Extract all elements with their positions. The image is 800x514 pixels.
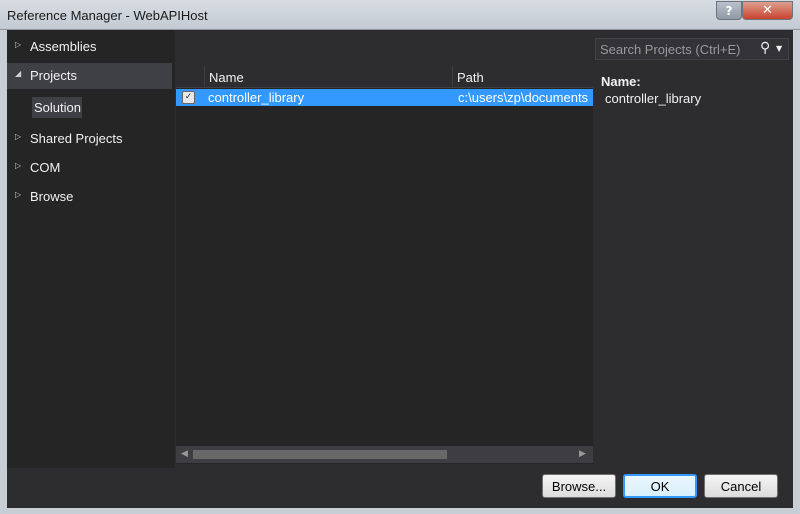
close-button[interactable]: ✕ [742, 1, 793, 20]
row-name: controller_library [208, 90, 305, 105]
nav-item-label: Assemblies [30, 39, 97, 54]
scroll-left-icon[interactable]: ◀ [181, 449, 188, 459]
expand-arrow-icon[interactable]: ▷ [15, 190, 21, 199]
grid-header: Name Path [176, 66, 593, 88]
ok-button[interactable]: OK [623, 474, 697, 498]
nav-item-shared-projects[interactable]: ▷ Shared Projects [7, 126, 172, 152]
detail-name-label: Name: [601, 74, 641, 89]
row-path: c:\users\zp\documents [458, 90, 589, 105]
scroll-thumb[interactable] [193, 450, 447, 459]
nav-item-label: Projects [30, 68, 77, 83]
title-bar: Reference Manager - WebAPIHost ? ✕ [0, 0, 800, 30]
scroll-right-icon[interactable]: ▶ [579, 449, 586, 459]
search-box: ⚲ ▼ [595, 38, 789, 60]
cancel-button[interactable]: Cancel [704, 474, 778, 498]
nav-item-browse[interactable]: ▷ Browse [7, 184, 172, 210]
column-header-path[interactable]: Path [452, 66, 593, 88]
projects-grid: Name Path ✓ controller_library c:\users\… [176, 66, 593, 464]
category-nav: ▷ Assemblies ◢ Projects Solution ▷ Share… [7, 30, 175, 468]
nav-item-label: Browse [30, 189, 74, 204]
expand-arrow-icon[interactable]: ▷ [15, 40, 21, 49]
window-frame-right [793, 30, 800, 514]
nav-item-com[interactable]: ▷ COM [7, 155, 172, 181]
window-frame-left [0, 30, 7, 514]
browse-button[interactable]: Browse... [542, 474, 616, 498]
expand-arrow-icon[interactable]: ▷ [15, 161, 21, 170]
project-checkbox-icon[interactable]: ✓ [182, 91, 195, 104]
column-header-name[interactable]: Name [204, 66, 452, 88]
horizontal-scrollbar[interactable]: ◀ ▶ [176, 446, 593, 463]
details-pane: Name: controller_library [601, 74, 791, 106]
search-icon[interactable]: ⚲ [760, 40, 770, 56]
dialog-client-area: ▷ Assemblies ◢ Projects Solution ▷ Share… [7, 30, 793, 508]
nav-item-assemblies[interactable]: ▷ Assemblies [7, 34, 172, 60]
search-input[interactable] [596, 39, 756, 59]
expand-arrow-icon[interactable]: ▷ [15, 132, 21, 141]
nav-item-label: COM [30, 160, 61, 175]
column-header-checkbox[interactable] [176, 66, 204, 88]
detail-name-value: controller_library [605, 91, 702, 106]
window-title: Reference Manager - WebAPIHost [7, 8, 208, 23]
help-button[interactable]: ? [716, 1, 742, 20]
nav-item-solution[interactable]: Solution [32, 97, 82, 118]
nav-item-label: Shared Projects [30, 131, 123, 146]
chevron-down-icon[interactable]: ▼ [776, 44, 782, 53]
nav-item-projects[interactable]: ◢ Projects [7, 63, 172, 89]
window-frame-bottom [0, 508, 800, 514]
collapse-arrow-icon[interactable]: ◢ [15, 69, 21, 78]
table-row[interactable]: ✓ controller_library c:\users\zp\documen… [176, 89, 593, 106]
